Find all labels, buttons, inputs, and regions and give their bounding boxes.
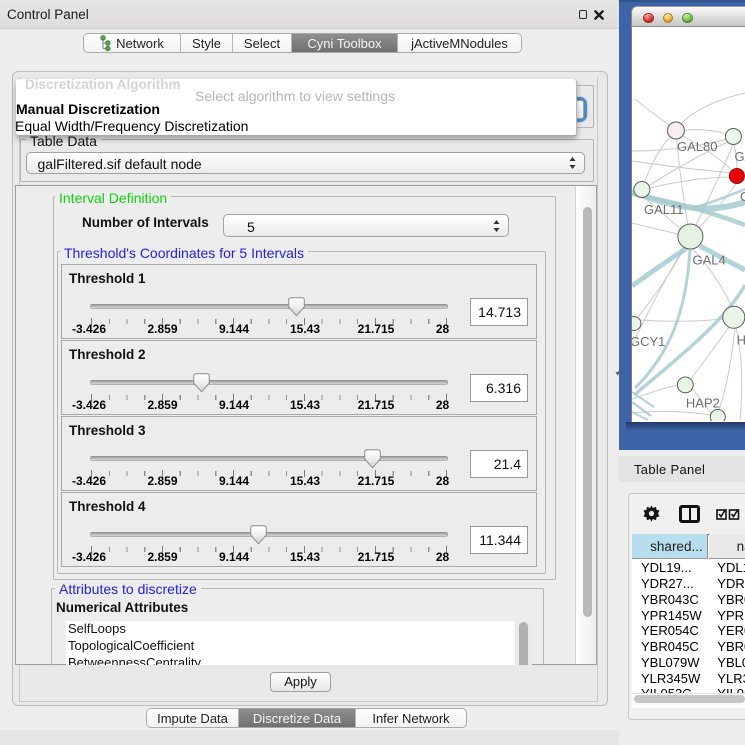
svg-text:GAL11: GAL11 xyxy=(644,202,684,217)
svg-text:GAL4: GAL4 xyxy=(692,253,725,268)
svg-text:CY: CY xyxy=(740,189,745,204)
svg-text:GAL1: GAL1 xyxy=(734,149,745,164)
svg-text:HAP2: HAP2 xyxy=(685,396,719,411)
svg-text:GCY1: GCY1 xyxy=(632,334,665,349)
svg-text:GAL80: GAL80 xyxy=(677,139,717,154)
svg-text:HI: HI xyxy=(736,333,745,348)
